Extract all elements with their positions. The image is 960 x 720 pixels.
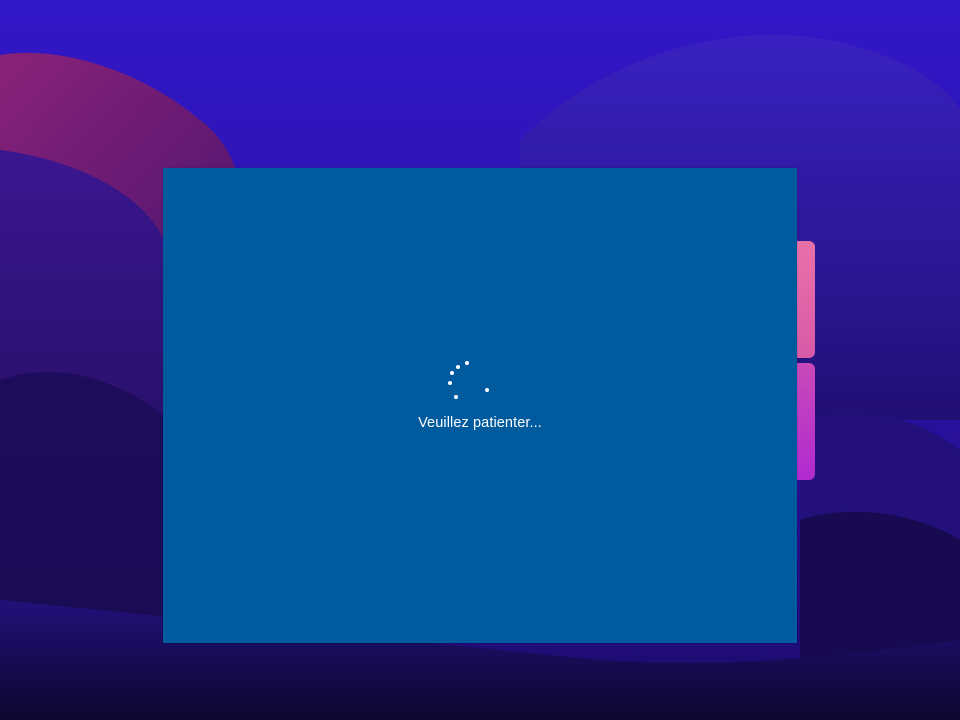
please-wait-text: Veuillez patienter... [418,415,542,431]
loading-spinner-icon [446,361,496,403]
vm-screen: Veuillez patienter... [163,168,797,643]
